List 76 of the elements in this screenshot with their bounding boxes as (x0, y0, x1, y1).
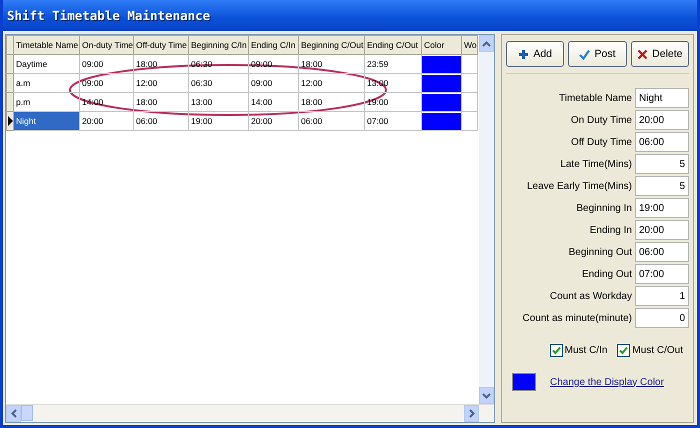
table-cell: 18:00 (298, 54, 364, 74)
field-label: Beginning In (575, 202, 632, 214)
delete-button[interactable]: Delete (630, 41, 689, 67)
table-cell: 13:00 (188, 92, 248, 112)
table-cell: Daytime (14, 54, 80, 74)
x-icon (637, 48, 648, 60)
table-cell: 09:00 (248, 74, 298, 92)
column-header[interactable]: Color (422, 36, 462, 54)
vertical-scrollbar[interactable] (479, 35, 494, 404)
window-title: Shift Timetable Maintenance (7, 8, 210, 23)
table-cell: a.m (14, 74, 80, 92)
field-label: Off Duty Time (570, 136, 632, 148)
field-label: Leave Early Time(Mins) (526, 180, 632, 192)
checkbox-label: Must C/Out (632, 345, 683, 356)
field-label: Late Time(Mins) (559, 158, 632, 170)
input-field[interactable]: 1 (635, 286, 689, 306)
input-field[interactable]: Night (635, 88, 689, 108)
change-color-link[interactable]: Change the Display Color (550, 376, 664, 388)
input-field[interactable]: 5 (635, 154, 689, 174)
input-field[interactable]: 06:00 (635, 242, 689, 262)
column-header[interactable]: Beginning C/In (188, 36, 248, 54)
checkmark-icon (579, 48, 590, 60)
column-header[interactable]: Timetable Name (14, 36, 80, 54)
table-cell: 09:00 (80, 54, 134, 74)
row-indicator[interactable] (6, 112, 14, 130)
table-cell: 07:00 (364, 112, 422, 130)
table-cell: 18:00 (298, 92, 364, 112)
field-label: Ending Out (580, 268, 632, 280)
column-header[interactable]: Wo (462, 36, 478, 54)
field-label: On Duty Time (570, 114, 632, 126)
table-cell: 19:00 (188, 112, 248, 130)
table-cell: 06:00 (298, 112, 364, 130)
table-cell: 19:00 (364, 92, 422, 112)
table-cell: 18:00 (134, 54, 188, 74)
table-cell: 14:00 (248, 92, 298, 112)
input-field[interactable]: 07:00 (635, 264, 689, 284)
field-label: Ending In (588, 224, 632, 236)
scroll-down-icon[interactable] (479, 387, 494, 404)
scroll-thumb[interactable] (21, 405, 33, 421)
column-header[interactable]: On-duty Time (80, 36, 134, 54)
color-swatch[interactable] (512, 373, 536, 391)
input-field[interactable]: 20:00 (635, 110, 689, 130)
table-cell: 12:00 (298, 74, 364, 92)
table-cell: 06:00 (134, 112, 188, 130)
table-cell: 20:00 (248, 112, 298, 130)
scroll-right-icon[interactable] (464, 405, 479, 422)
table-cell: 20:00 (80, 112, 134, 130)
input-field[interactable]: 19:00 (635, 198, 689, 218)
column-header[interactable]: Ending C/Out (364, 36, 422, 54)
table-cell: Night (14, 112, 80, 130)
table-cell: 06:30 (188, 74, 248, 92)
column-header[interactable]: Beginning C/Out (298, 36, 364, 54)
horizontal-scrollbar[interactable] (6, 404, 494, 422)
table-cell: 09:00 (80, 74, 134, 92)
post-button[interactable]: Post (568, 41, 627, 67)
input-field[interactable]: 5 (635, 176, 689, 196)
checkbox[interactable] (550, 344, 563, 357)
field-label: Timetable Name (558, 92, 632, 104)
scroll-left-icon[interactable] (6, 405, 21, 422)
input-field[interactable]: 20:00 (635, 220, 689, 240)
checkbox-label: Must C/In (564, 345, 608, 356)
checkbox[interactable] (617, 344, 630, 357)
field-label: Count as Workday (548, 290, 632, 302)
plus-icon (518, 48, 530, 60)
field-label: Count as minute(minute) (522, 312, 632, 324)
row-header-corner (6, 36, 14, 54)
table-cell: 18:00 (134, 92, 188, 112)
scroll-up-icon[interactable] (479, 35, 494, 52)
input-field[interactable]: 0 (635, 308, 689, 328)
input-field[interactable]: 06:00 (635, 132, 689, 152)
field-label: Beginning Out (568, 246, 632, 258)
table-cell: 23:59 (364, 54, 422, 74)
column-header[interactable]: Ending C/In (248, 36, 298, 54)
column-header[interactable]: Off-duty Time (134, 36, 188, 54)
add-button[interactable]: Add (506, 41, 564, 67)
table-cell: 12:00 (134, 74, 188, 92)
